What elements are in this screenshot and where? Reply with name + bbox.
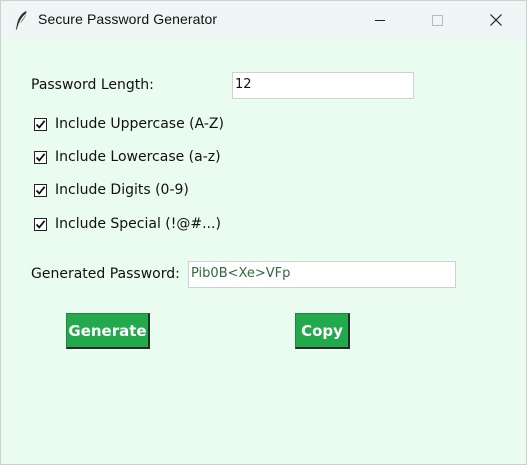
option-lowercase[interactable]: Include Lowercase (a-z) [34,147,221,167]
close-button[interactable] [473,1,519,39]
option-special[interactable]: Include Special (!@#...) [34,214,221,234]
password-length-label: Password Length: [31,77,154,93]
feather-icon [15,11,27,30]
option-digits[interactable]: Include Digits (0-9) [34,180,189,200]
maximize-icon [431,14,443,26]
lowercase-checkbox[interactable] [34,150,47,164]
checkmark-icon [35,219,46,229]
generate-button[interactable]: Generate [66,313,150,349]
checkmark-icon [35,119,46,129]
generated-password-field[interactable]: Pib0B<Xe>VFp [188,261,456,288]
digits-label: Include Digits (0-9) [55,182,189,198]
option-uppercase[interactable]: Include Uppercase (A-Z) [34,114,224,134]
window-title: Secure Password Generator [38,11,218,27]
lowercase-label: Include Lowercase (a-z) [55,149,221,165]
minimize-button[interactable] [357,1,403,39]
main-content: Password Length: 12 Include Uppercase (A… [1,39,526,464]
special-checkbox[interactable] [34,217,47,231]
checkmark-icon [35,152,46,162]
special-label: Include Special (!@#...) [55,216,221,232]
checkmark-icon [35,185,46,195]
digits-checkbox[interactable] [34,183,47,197]
close-icon [490,14,502,26]
password-length-input[interactable]: 12 [232,72,414,99]
uppercase-label: Include Uppercase (A-Z) [55,116,224,132]
generated-password-label: Generated Password: [31,266,180,282]
title-bar[interactable]: Secure Password Generator [1,1,526,39]
maximize-button[interactable] [414,1,460,39]
app-window: Secure Password Generator Password Lengt… [0,0,527,465]
uppercase-checkbox[interactable] [34,117,47,131]
copy-button[interactable]: Copy [295,313,350,349]
minimize-icon [375,19,385,21]
